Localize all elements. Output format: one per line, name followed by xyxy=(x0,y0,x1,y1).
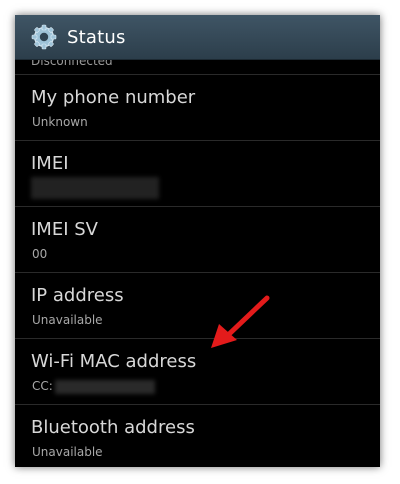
page-title: Status xyxy=(67,26,126,48)
item-value: Unavailable xyxy=(32,313,103,327)
item-value: Unknown xyxy=(32,115,88,129)
redacted-mac-value xyxy=(54,379,155,394)
mac-prefix: CC: xyxy=(32,379,53,393)
item-label: Bluetooth address xyxy=(31,417,195,438)
item-label: Wi-Fi MAC address xyxy=(31,351,197,372)
list-item-my-phone-number[interactable]: My phone number Unknown xyxy=(15,75,380,141)
list-item-partial[interactable]: Disconnected xyxy=(15,60,380,75)
list-item-bluetooth-address[interactable]: Bluetooth address Unavailable xyxy=(15,405,380,467)
list-item-ip-address[interactable]: IP address Unavailable xyxy=(15,273,380,339)
item-value: 00 xyxy=(32,247,48,261)
action-bar: Status xyxy=(15,15,380,60)
red-arrow-icon xyxy=(211,295,270,348)
item-value: Unavailable xyxy=(32,445,103,459)
phone-screen: Status Disconnected My phone number Unkn… xyxy=(15,15,380,467)
item-label: IP address xyxy=(31,285,124,306)
list-item-wifi-mac-address[interactable]: Wi-Fi MAC address CC: xyxy=(15,339,380,405)
redacted-imei-value xyxy=(31,177,159,199)
item-label: My phone number xyxy=(31,87,196,108)
partial-item-value: Disconnected xyxy=(31,60,113,68)
gear-icon[interactable] xyxy=(31,24,57,50)
list-item-imei[interactable]: IMEI xyxy=(15,141,380,207)
item-label: IMEI xyxy=(31,153,69,174)
item-label: IMEI SV xyxy=(31,219,98,240)
status-list: Disconnected My phone number Unknown IME… xyxy=(15,60,380,467)
list-item-imei-sv[interactable]: IMEI SV 00 xyxy=(15,207,380,273)
item-value-wrapper: CC: xyxy=(32,379,155,394)
